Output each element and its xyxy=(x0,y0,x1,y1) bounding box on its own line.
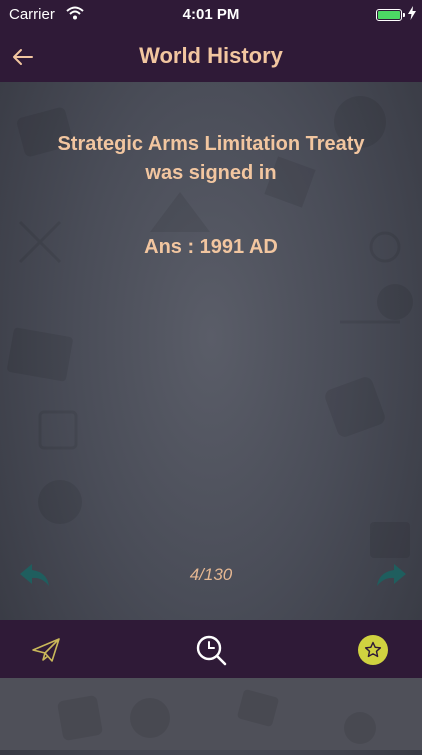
forward-arrow-icon xyxy=(377,564,406,586)
paper-plane-icon xyxy=(32,638,60,662)
status-bar: Carrier 4:01 PM xyxy=(0,0,422,32)
status-time: 4:01 PM xyxy=(182,6,240,23)
share-button[interactable] xyxy=(30,636,62,664)
tab-bar xyxy=(0,620,422,678)
favorite-button[interactable] xyxy=(358,635,388,665)
bottom-area xyxy=(0,678,422,750)
page-counter: 4/130 xyxy=(189,565,233,584)
bottom-pattern xyxy=(57,689,376,744)
battery-icon xyxy=(376,9,402,21)
question-text: Strategic Arms Limitation Treaty was sig… xyxy=(57,133,365,184)
page-title: World History xyxy=(139,43,283,68)
next-button[interactable] xyxy=(374,560,408,590)
search-icon xyxy=(196,635,227,666)
search-button[interactable] xyxy=(194,633,228,667)
answer-text: Ans : 1991 AD xyxy=(144,236,278,258)
nav-bar: World History xyxy=(0,32,422,82)
battery-tip xyxy=(403,13,405,17)
star-icon xyxy=(364,641,382,658)
charging-icon xyxy=(408,6,416,23)
